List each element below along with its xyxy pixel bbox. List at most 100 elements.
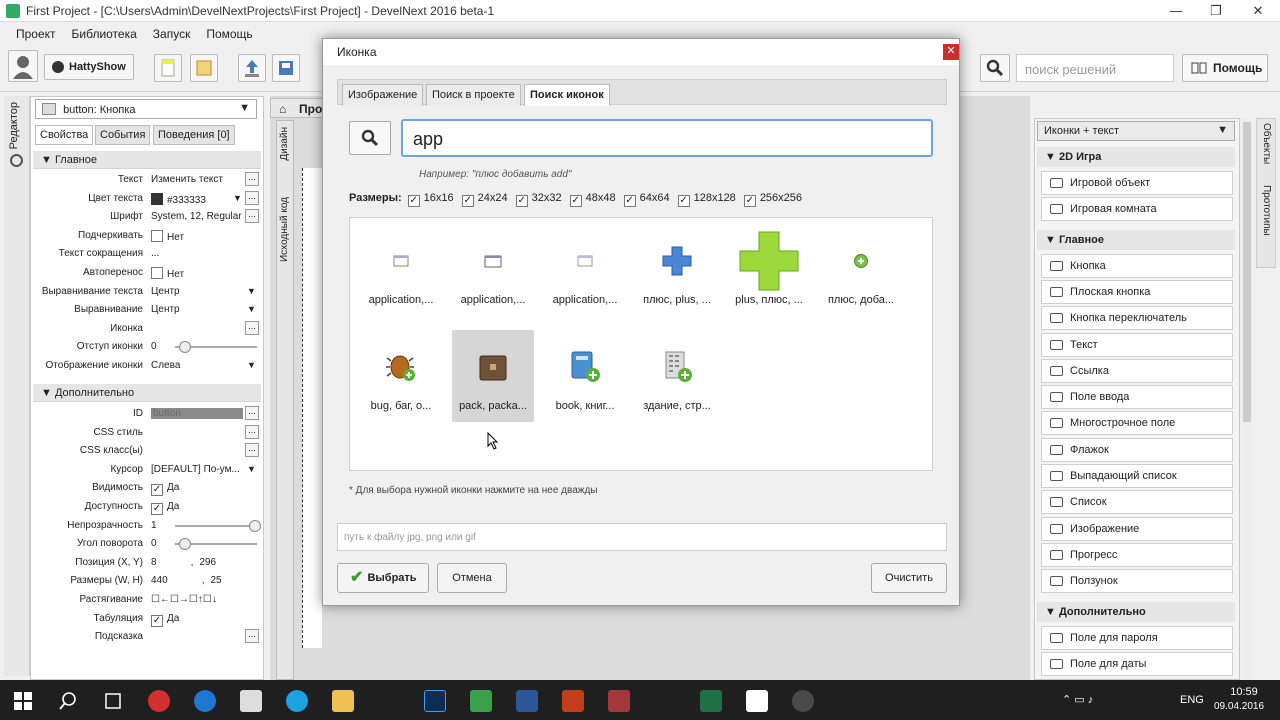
- property-value[interactable]: #333333: [151, 192, 206, 206]
- slider-knob[interactable]: [178, 341, 191, 354]
- develnext-taskbar-icon[interactable]: [746, 690, 768, 712]
- property-value[interactable]: ...: [151, 248, 159, 259]
- app-taskbar-icon[interactable]: [792, 690, 814, 712]
- form-canvas[interactable]: [302, 168, 322, 648]
- component-item[interactable]: Изображение: [1041, 516, 1233, 541]
- user-avatar-button[interactable]: [8, 50, 38, 82]
- component-item[interactable]: Выпадающий список: [1041, 464, 1233, 488]
- size-option[interactable]: ✓ 32x32: [515, 192, 562, 207]
- word-icon[interactable]: [516, 690, 538, 712]
- size-option[interactable]: ✓ 128x128: [677, 192, 736, 207]
- component-item[interactable]: Текст: [1041, 332, 1233, 357]
- property-value[interactable]: Изменить текст: [151, 174, 223, 185]
- components-scrollbar[interactable]: [1242, 118, 1252, 680]
- property-value[interactable]: 0: [151, 538, 157, 549]
- component-item[interactable]: Кнопка переключатель: [1041, 306, 1233, 331]
- photoshop-icon[interactable]: [424, 690, 446, 712]
- open-file-button[interactable]: [190, 54, 218, 82]
- windows-start-icon[interactable]: [14, 692, 32, 710]
- ellipsis-button[interactable]: ...: [245, 629, 259, 644]
- property-value[interactable]: button: [151, 408, 243, 419]
- icon-result[interactable]: плюс, доба...: [820, 224, 902, 316]
- property-slider[interactable]: [175, 538, 257, 551]
- icon-result[interactable]: application,...: [360, 224, 442, 316]
- menu-library[interactable]: Библиотека: [64, 22, 145, 46]
- property-value[interactable]: Центр: [151, 286, 180, 297]
- ellipsis-button[interactable]: ...: [245, 443, 259, 458]
- camtasia-icon[interactable]: [470, 690, 492, 712]
- property-value[interactable]: System, 12, Regular: [151, 211, 242, 222]
- component-item[interactable]: Игровая комната: [1041, 197, 1233, 222]
- checkbox[interactable]: ✓: [623, 195, 636, 207]
- checkbox[interactable]: ✓: [151, 503, 163, 515]
- property-value[interactable]: ✓ Да: [151, 482, 179, 497]
- excel-icon[interactable]: [700, 690, 722, 712]
- clear-button[interactable]: Очистить: [871, 563, 947, 593]
- checkbox[interactable]: ✓: [515, 195, 528, 207]
- scrollbar-thumb[interactable]: [1243, 122, 1251, 422]
- chevron-down-icon[interactable]: ▼: [247, 464, 256, 474]
- component-item[interactable]: Прогресс: [1041, 542, 1233, 567]
- icon-search-button[interactable]: [349, 121, 391, 155]
- component-item[interactable]: Ссылка: [1041, 358, 1233, 383]
- property-value[interactable]: Центр: [151, 304, 180, 315]
- component-item[interactable]: Игровой объект: [1041, 171, 1233, 195]
- property-value[interactable]: Нет: [151, 267, 184, 280]
- section-main[interactable]: ▼ Главное: [33, 151, 261, 169]
- property-value-2[interactable]: 25: [210, 575, 221, 586]
- tab-image[interactable]: Изображение: [342, 84, 424, 106]
- edge-browser-icon[interactable]: [194, 690, 216, 712]
- slider-knob[interactable]: [178, 538, 191, 551]
- component-select[interactable]: button: Кнопка ▼: [35, 99, 257, 119]
- checkbox[interactable]: [151, 267, 163, 279]
- component-item[interactable]: Флажок: [1041, 437, 1233, 462]
- slider-knob[interactable]: [249, 519, 261, 532]
- size-option[interactable]: ✓ 256x256: [743, 192, 802, 207]
- icon-result[interactable]: application,...: [544, 224, 626, 316]
- dialog-close-button[interactable]: ✕: [943, 44, 959, 60]
- component-item[interactable]: Многострочное поле: [1041, 411, 1233, 436]
- menu-project[interactable]: Проект: [0, 22, 64, 46]
- select-button[interactable]: ✔ Выбрать: [337, 563, 429, 593]
- section-extra[interactable]: ▼ Дополнительно: [33, 384, 261, 402]
- minimize-button[interactable]: —: [1156, 0, 1196, 22]
- property-value[interactable]: 1: [151, 520, 157, 531]
- icon-result[interactable]: plus, плюс, ...: [728, 224, 810, 316]
- menu-help[interactable]: Помощь: [198, 22, 260, 46]
- cancel-button[interactable]: Отмена: [437, 563, 507, 593]
- tab-behaviors[interactable]: Поведения [0]: [153, 125, 235, 145]
- icon-result[interactable]: здание, стр...: [636, 330, 718, 422]
- property-value[interactable]: [DEFAULT] По-ум...: [151, 464, 240, 475]
- property-slider[interactable]: [175, 341, 257, 354]
- tab-project-search[interactable]: Поиск в проекте: [426, 84, 521, 106]
- size-option[interactable]: ✓ 16x16: [407, 192, 454, 207]
- component-item[interactable]: Кнопка: [1041, 253, 1233, 278]
- property-value-2[interactable]: 296: [199, 557, 216, 568]
- checkbox[interactable]: ✓: [677, 195, 690, 207]
- property-value[interactable]: ✓ Да: [151, 501, 179, 515]
- chevron-down-icon[interactable]: ▼: [247, 360, 256, 370]
- file-explorer-icon[interactable]: [332, 690, 354, 712]
- tab-properties[interactable]: Свойства: [35, 125, 94, 145]
- language-indicator[interactable]: ENG: [1180, 694, 1204, 706]
- tab-events[interactable]: События: [95, 125, 151, 145]
- chevron-down-icon[interactable]: ▼: [247, 286, 256, 296]
- checkbox[interactable]: [151, 229, 163, 242]
- file-path-input[interactable]: путь к файлу jpg, png или gif: [337, 523, 947, 551]
- ellipsis-button[interactable]: ...: [245, 172, 259, 186]
- property-value[interactable]: ☐←☐→☐↑☐↓: [151, 594, 217, 605]
- ellipsis-button[interactable]: ...: [245, 190, 259, 205]
- tab-objects[interactable]: Объекты: [1261, 123, 1272, 164]
- component-item[interactable]: Список: [1041, 490, 1233, 515]
- clock-time[interactable]: 10:59: [1224, 686, 1264, 698]
- component-item[interactable]: Ползунок: [1041, 569, 1233, 594]
- upload-button[interactable]: [238, 54, 266, 82]
- tray-icons[interactable]: ⌃ ▭ ♪: [1062, 693, 1093, 706]
- clock-date[interactable]: 09.04.2016: [1214, 701, 1264, 712]
- property-value[interactable]: 0: [151, 341, 157, 352]
- maximize-button[interactable]: ❐: [1196, 0, 1236, 22]
- ellipsis-button[interactable]: ...: [245, 406, 259, 420]
- icon-result[interactable]: bug, баг, о...: [360, 330, 442, 422]
- component-item[interactable]: Поле для даты: [1041, 651, 1233, 676]
- powerpoint-icon[interactable]: [562, 690, 584, 712]
